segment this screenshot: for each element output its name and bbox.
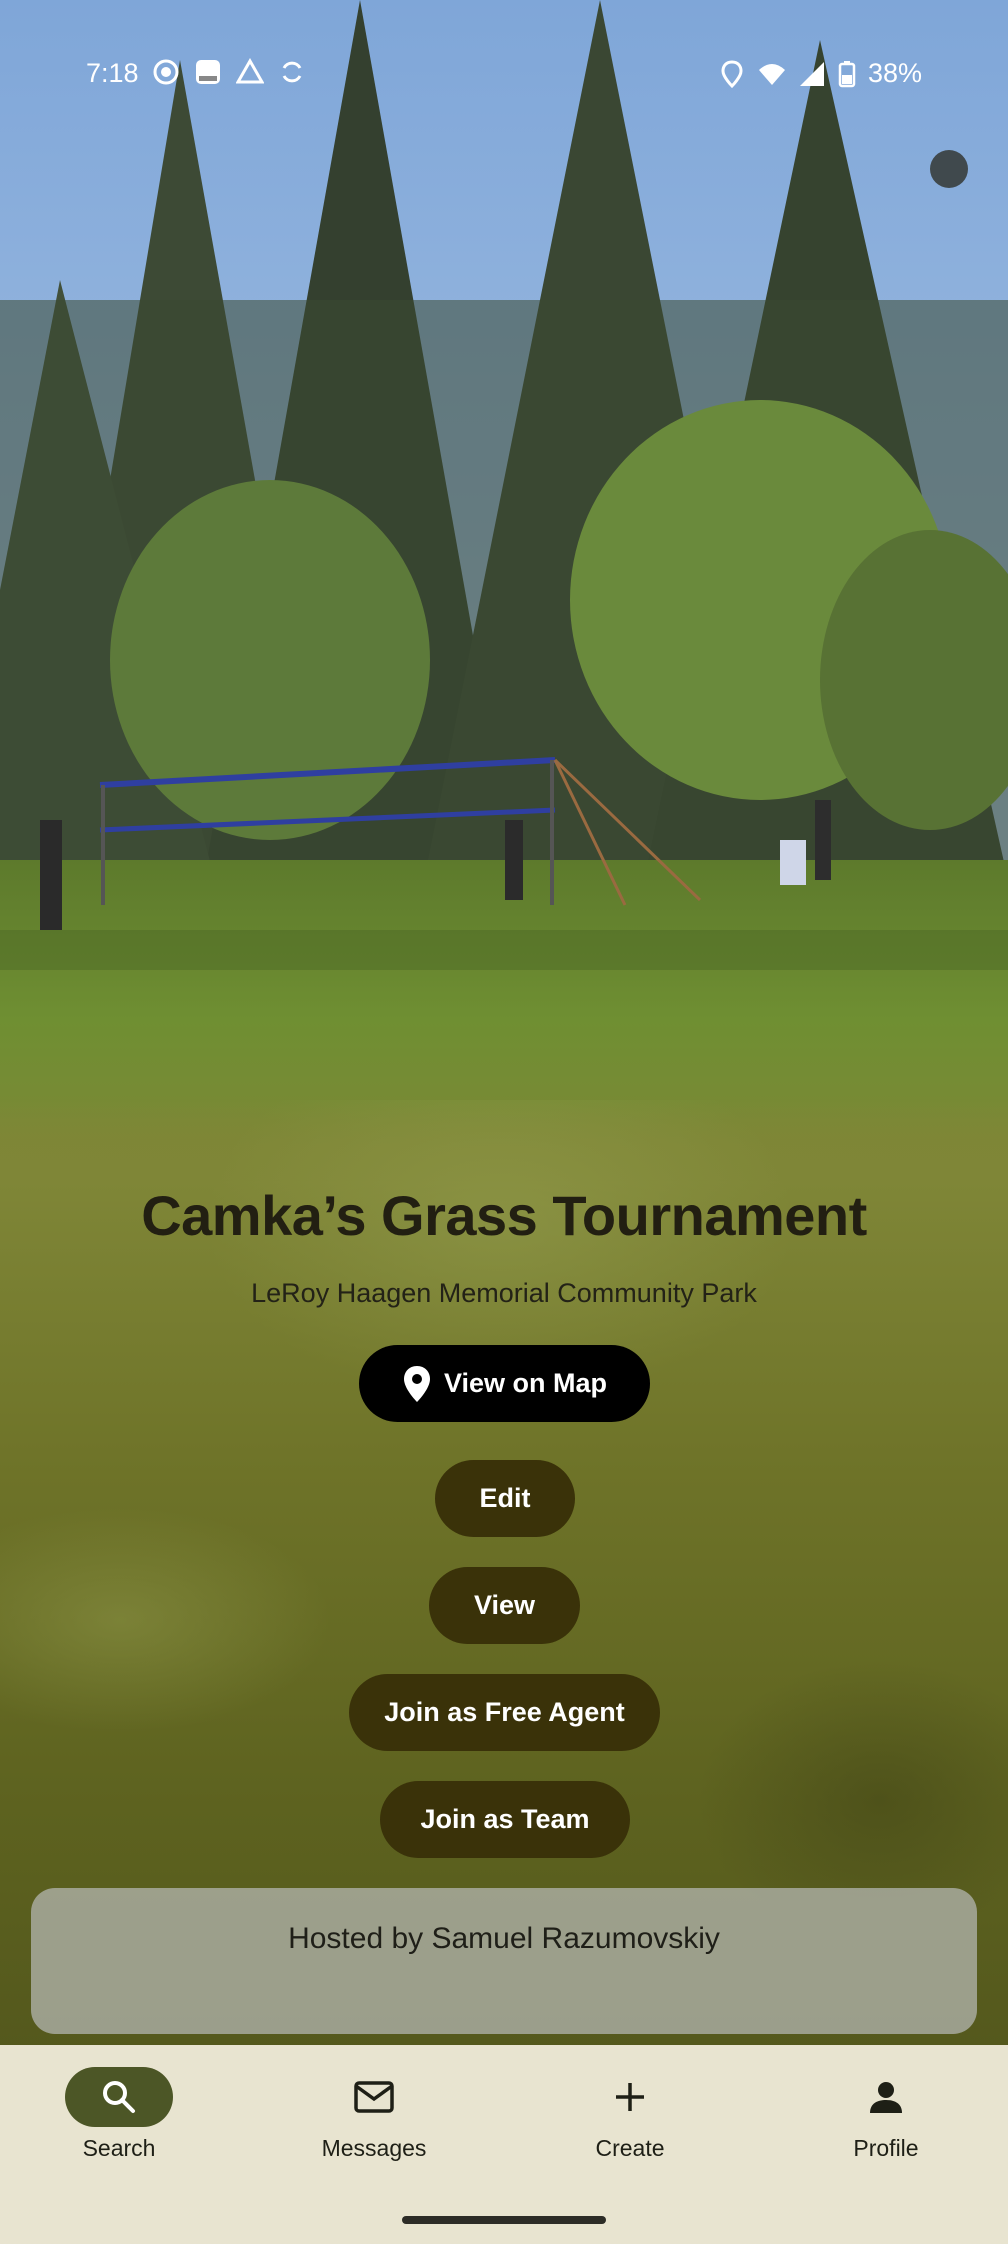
- view-button[interactable]: View: [429, 1567, 580, 1644]
- nav-item-messages[interactable]: Messages: [274, 2067, 474, 2187]
- status-bar: 7:18 38%: [0, 0, 1008, 150]
- screen-record-icon: [153, 59, 179, 85]
- nav-label-messages: Messages: [321, 2135, 427, 2161]
- join-free-agent-button[interactable]: Join as Free Agent: [349, 1674, 660, 1751]
- home-indicator[interactable]: [402, 2216, 606, 2224]
- wifi-icon: [758, 63, 785, 85]
- edit-button[interactable]: Edit: [435, 1460, 575, 1537]
- status-time: 7:18: [86, 58, 139, 88]
- map-pin-icon: [403, 1365, 430, 1402]
- mail-icon: [354, 2081, 394, 2113]
- plus-icon: [616, 2083, 644, 2111]
- overflow-menu-button[interactable]: [930, 150, 968, 188]
- search-icon: [103, 2081, 135, 2113]
- battery-percent: 38%: [867, 58, 922, 88]
- host-card: Hosted by Samuel Razumovskiy: [31, 1888, 977, 2034]
- bottom-navigation: Search Messages Create Profile: [0, 2045, 1008, 2244]
- status-icons-left: [152, 58, 306, 86]
- nav-item-search[interactable]: Search: [19, 2067, 219, 2187]
- view-on-map-button[interactable]: View on Map: [359, 1345, 650, 1422]
- nav-item-profile[interactable]: Profile: [786, 2067, 986, 2187]
- signal-icon: [799, 61, 824, 86]
- join-team-button[interactable]: Join as Team: [380, 1781, 630, 1858]
- drive-icon: [236, 58, 264, 84]
- host-label: Hosted by Samuel Razumovskiy: [288, 1922, 720, 1955]
- nav-label-create: Create: [595, 2135, 665, 2161]
- event-cover-image: [0, 0, 1008, 1180]
- nav-label-profile: Profile: [853, 2135, 919, 2161]
- battery-icon: [838, 60, 856, 87]
- sync-icon: [282, 61, 302, 83]
- nav-pill-profile: [832, 2067, 940, 2127]
- notification-icon: [196, 60, 220, 84]
- view-on-map-label: View on Map: [443, 1368, 608, 1398]
- nav-label-search: Search: [82, 2135, 156, 2161]
- nav-pill-search: [65, 2067, 173, 2127]
- event-location: LeRoy Haagen Memorial Community Park: [251, 1278, 757, 1308]
- person-icon: [870, 2082, 902, 2113]
- location-icon: [721, 59, 743, 88]
- status-icons-right: 38%: [718, 58, 922, 89]
- nav-pill-create: [576, 2067, 684, 2127]
- event-title: Camka’s Grass Tournament: [141, 1184, 867, 1247]
- nav-item-create[interactable]: Create: [530, 2067, 730, 2187]
- nav-pill-messages: [320, 2067, 428, 2127]
